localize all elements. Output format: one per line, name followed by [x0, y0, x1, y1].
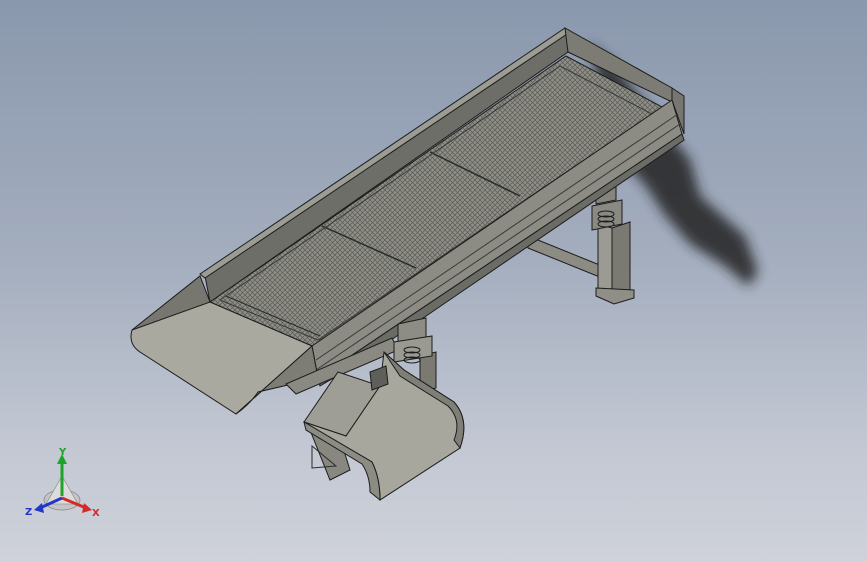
graphics-viewport[interactable]: Y X Z — [0, 0, 867, 562]
z-axis-arrow — [34, 503, 44, 513]
vibrating-screen-model[interactable] — [0, 0, 867, 562]
z-axis-label: Z — [25, 507, 32, 518]
y-axis-label: Y — [58, 448, 67, 458]
coordinate-triad-icon: Y X Z — [25, 448, 100, 519]
x-axis-arrow — [82, 503, 92, 513]
x-axis-label: X — [92, 508, 100, 519]
